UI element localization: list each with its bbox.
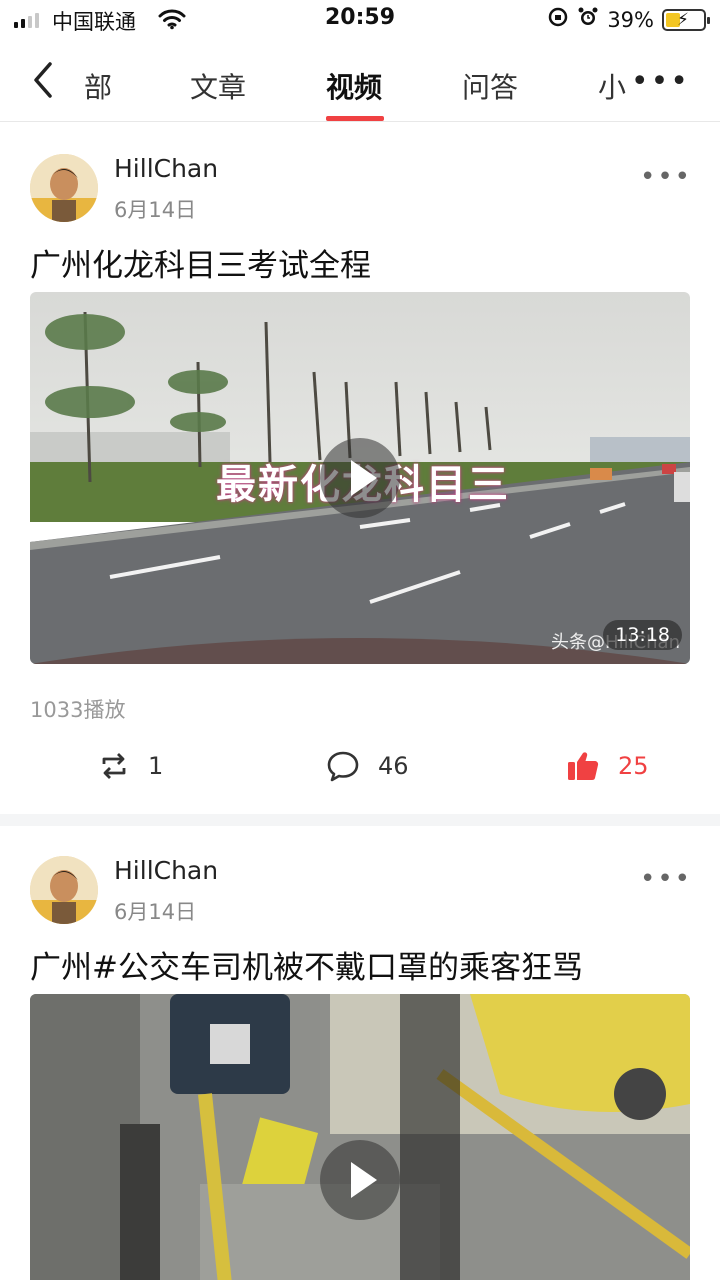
top-nav: 部 文章 视频 问答 小 ••• — [0, 46, 720, 122]
alarm-icon — [577, 6, 599, 33]
active-tab-indicator — [326, 116, 384, 121]
avatar[interactable] — [30, 154, 98, 222]
author-name[interactable]: HillChan — [114, 154, 218, 183]
video-duration: 13:18 — [603, 620, 682, 650]
comment-icon — [327, 751, 359, 782]
author-name[interactable]: HillChan — [114, 856, 218, 885]
repost-icon — [102, 753, 126, 779]
post-date: 6月14日 — [114, 198, 197, 222]
repost-count: 1 — [148, 752, 164, 780]
post-actions: 1 46 25 — [0, 736, 720, 796]
video-post: HillChan 6月14日 ••• 广州#公交车司机被不戴口罩的乘客狂骂 — [0, 826, 720, 1280]
play-count: 1033播放 — [30, 698, 126, 722]
avatar[interactable] — [30, 856, 98, 924]
status-bar: 中国联通 20:59 39% ⚡ — [0, 0, 720, 40]
chevron-left-icon — [34, 62, 52, 98]
more-options-icon[interactable]: ••• — [631, 64, 690, 99]
like-button[interactable]: 25 — [566, 750, 649, 782]
tab-articles[interactable]: 文章 — [190, 66, 246, 106]
post-divider — [0, 814, 720, 826]
battery-icon: ⚡ — [662, 8, 710, 31]
comment-count: 46 — [378, 752, 409, 780]
battery-percent: 39% — [607, 7, 654, 32]
bus-interior-image — [30, 994, 690, 1280]
thumbs-up-icon — [568, 752, 599, 780]
play-icon[interactable] — [320, 438, 400, 518]
repost-button[interactable]: 1 — [98, 750, 163, 782]
rotation-lock-icon — [547, 6, 569, 33]
video-thumbnail[interactable] — [30, 994, 690, 1280]
back-button[interactable] — [26, 58, 66, 102]
tab-all[interactable]: 部 — [84, 66, 112, 106]
tab-videos[interactable]: 视频 — [326, 66, 382, 106]
post-more-icon[interactable]: ••• — [640, 162, 692, 192]
video-post: HillChan 6月14日 ••• 广州化龙科目三考试全程 13:18 103… — [0, 124, 720, 814]
post-title[interactable]: 广州化龙科目三考试全程 — [30, 240, 371, 285]
video-thumbnail[interactable]: 最新化龙科目三 头条@HillChan 13:18 — [30, 292, 690, 664]
comment-button[interactable]: 46 — [326, 750, 409, 782]
post-date: 6月14日 — [114, 900, 197, 924]
play-icon[interactable] — [320, 1140, 400, 1220]
post-more-icon[interactable]: ••• — [640, 864, 692, 894]
tab-mini[interactable]: 小 — [598, 66, 626, 106]
post-title[interactable]: 广州#公交车司机被不戴口罩的乘客狂骂 — [30, 942, 583, 987]
tab-qa[interactable]: 问答 — [462, 66, 518, 106]
like-count: 25 — [618, 752, 649, 780]
